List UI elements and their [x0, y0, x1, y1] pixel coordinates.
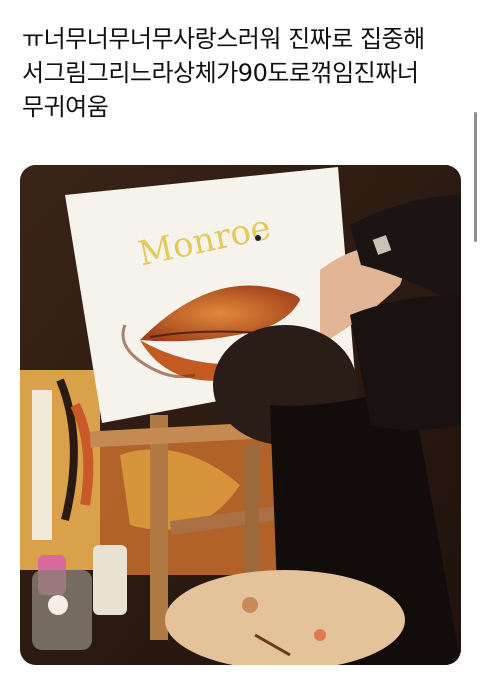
post-photo[interactable]: Monroe: [20, 165, 461, 665]
post-text-line-1: ㅠ너무너무너무사랑스러워 진짜로 집중해: [22, 25, 425, 53]
scrollbar[interactable]: [474, 112, 477, 242]
paint-bottle: [93, 545, 127, 615]
easel: [150, 415, 168, 640]
post-text: ㅠ너무너무너무사랑스러워 진짜로 집중해 서그림그리느라상체가90도로꺾임진짜너…: [22, 22, 462, 124]
photo-illustration: Monroe: [20, 165, 461, 665]
post-text-line-3: 무귀여움: [22, 93, 109, 121]
post-text-line-2: 서그림그리느라상체가90도로꺾임진짜너: [22, 59, 419, 87]
